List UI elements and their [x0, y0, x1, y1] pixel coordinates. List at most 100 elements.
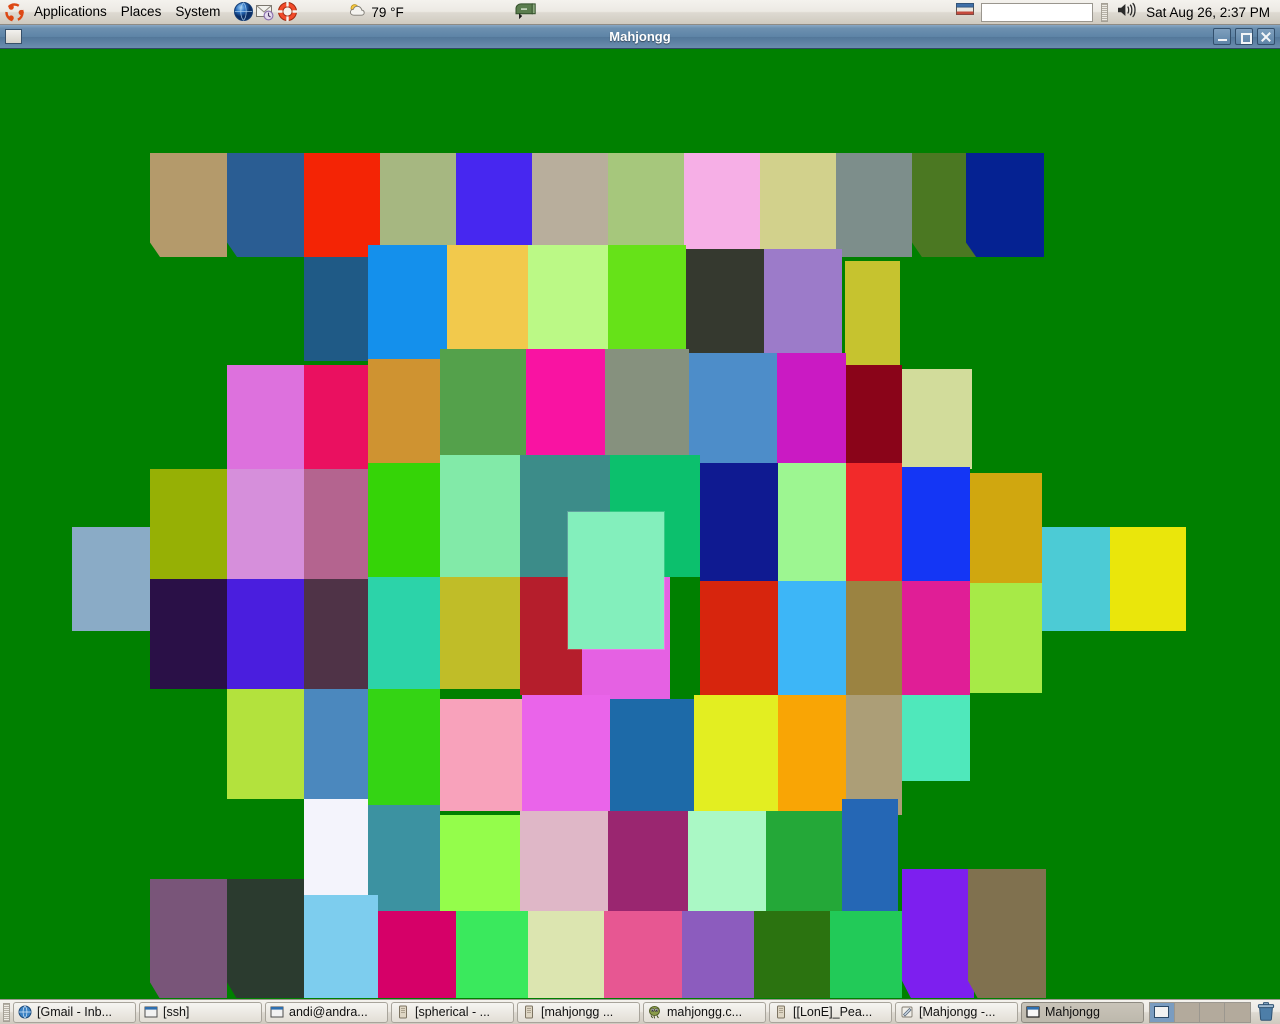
mahjongg-tile[interactable] — [227, 365, 304, 469]
mahjongg-tile[interactable] — [610, 699, 694, 811]
mahjongg-tile[interactable] — [686, 249, 764, 353]
mahjongg-tile[interactable] — [970, 583, 1042, 693]
mahjongg-tile[interactable] — [608, 811, 688, 915]
mahjongg-tile[interactable] — [684, 153, 760, 257]
mahjongg-tile[interactable] — [700, 463, 778, 581]
mahjongg-tile[interactable] — [608, 153, 684, 257]
mahjongg-tile[interactable] — [846, 365, 902, 469]
minimize-icon[interactable] — [1213, 28, 1231, 45]
taskbar-window-button[interactable]: mahjongg.c... — [643, 1001, 766, 1023]
panel-drawer-handle[interactable] — [1101, 2, 1109, 22]
mahjongg-tile[interactable] — [304, 799, 368, 909]
mahjongg-tile[interactable] — [150, 153, 227, 257]
mahjongg-tile[interactable] — [304, 365, 368, 469]
mahjongg-tile[interactable] — [520, 811, 608, 915]
window-selector-input[interactable] — [981, 2, 1094, 22]
workspace-switcher-workspace-3[interactable] — [1200, 1002, 1225, 1022]
mahjongg-tile[interactable] — [150, 469, 227, 579]
mahjongg-tile[interactable] — [1110, 527, 1186, 631]
mahjongg-tile[interactable] — [304, 689, 368, 799]
mahjongg-tile[interactable] — [304, 153, 380, 257]
mahjongg-tile[interactable] — [304, 469, 368, 579]
workspace-switcher-workspace-2[interactable] — [1175, 1002, 1200, 1022]
mahjongg-tile[interactable] — [304, 895, 378, 998]
mahjongg-tile[interactable] — [368, 463, 440, 579]
mahjongg-tile[interactable] — [688, 811, 766, 915]
workspace-switcher-workspace-4[interactable] — [1225, 1002, 1250, 1022]
taskbar-grip-handle[interactable] — [3, 1002, 10, 1022]
mahjongg-tile[interactable] — [842, 799, 898, 915]
clock-applet[interactable]: Sat Aug 26, 2:37 PM — [1142, 5, 1274, 20]
taskbar-window-button[interactable]: [spherical - ... — [391, 1001, 514, 1023]
taskbar-window-button[interactable]: [ssh] — [139, 1001, 262, 1023]
mahjongg-tile[interactable] — [846, 463, 902, 581]
mahjongg-tile[interactable] — [836, 153, 912, 257]
mahjongg-tile[interactable] — [700, 581, 778, 695]
mahjongg-tile[interactable] — [440, 815, 520, 915]
mahjongg-tile[interactable] — [440, 455, 520, 577]
mahjongg-tile[interactable] — [378, 911, 456, 998]
launcher-help[interactable] — [277, 1, 299, 23]
mahjongg-tile[interactable] — [368, 689, 440, 805]
taskbar-window-button[interactable]: [[LonE]_Pea... — [769, 1001, 892, 1023]
mahjongg-tile[interactable] — [778, 463, 846, 581]
taskbar-window-button[interactable]: andi@andra... — [265, 1001, 388, 1023]
mahjongg-tile[interactable] — [764, 249, 842, 353]
mahjongg-tile[interactable] — [689, 353, 777, 463]
close-icon[interactable] — [1257, 28, 1275, 45]
mahjongg-tile[interactable] — [522, 695, 610, 811]
mahjongg-tile[interactable] — [604, 911, 682, 998]
mahjongg-tile[interactable] — [528, 245, 608, 359]
mahjongg-tile[interactable] — [766, 811, 842, 919]
window-list-icon[interactable] — [955, 1, 977, 23]
mahjongg-tile[interactable] — [526, 349, 605, 463]
taskbar-window-button[interactable]: [Mahjongg -... — [895, 1001, 1018, 1023]
ubuntu-logo-icon[interactable] — [5, 2, 24, 22]
mahjongg-tile[interactable] — [227, 153, 304, 257]
mahjongg-tile[interactable] — [368, 359, 440, 469]
launcher-mail-reader[interactable] — [255, 1, 277, 23]
mahjongg-tile[interactable] — [532, 153, 608, 257]
mahjongg-tile[interactable] — [440, 349, 526, 463]
mahjongg-tile[interactable] — [227, 579, 304, 689]
menu-places[interactable]: Places — [114, 1, 169, 23]
speaker-volume-icon[interactable] — [1116, 1, 1138, 23]
mahjongg-tile[interactable] — [227, 469, 304, 579]
mahjongg-tile[interactable] — [528, 911, 604, 998]
mahjongg-tile[interactable] — [72, 527, 150, 631]
mahjongg-tile[interactable] — [760, 153, 836, 257]
mahjongg-tile[interactable] — [456, 153, 532, 257]
mahjongg-tile[interactable] — [568, 512, 664, 649]
mahjongg-tile[interactable] — [694, 695, 778, 815]
mahjongg-tile[interactable] — [846, 581, 902, 695]
mahjongg-tile[interactable] — [902, 467, 970, 581]
mahjongg-tile[interactable] — [845, 261, 900, 371]
mahjongg-tile[interactable] — [440, 577, 520, 689]
mahjongg-tile[interactable] — [368, 805, 440, 915]
window-menu-icon[interactable] — [5, 29, 22, 44]
mahjongg-tile[interactable] — [304, 579, 368, 689]
mahjongg-tile[interactable] — [447, 245, 528, 359]
mahjongg-tile[interactable] — [440, 699, 522, 811]
taskbar-window-button[interactable]: [Gmail - Inb... — [13, 1001, 136, 1023]
mahjongg-tile[interactable] — [227, 689, 304, 799]
mahjongg-tile[interactable] — [778, 581, 846, 695]
mahjongg-tile[interactable] — [902, 369, 972, 469]
mahjongg-tile[interactable] — [846, 695, 902, 815]
mahjongg-tile[interactable] — [902, 695, 970, 781]
mahjongg-tile[interactable] — [380, 153, 456, 257]
mahjongg-tile[interactable] — [227, 879, 304, 998]
mahjongg-tile[interactable] — [778, 695, 846, 815]
mahjongg-tile[interactable] — [777, 353, 846, 463]
mahjongg-tile[interactable] — [368, 245, 447, 359]
mahjongg-tile[interactable] — [456, 911, 528, 998]
mahjongg-tile[interactable] — [754, 911, 830, 998]
mahjongg-tile[interactable] — [608, 245, 686, 359]
weather-applet[interactable]: 79 °F — [349, 3, 404, 21]
mahjongg-tile[interactable] — [830, 911, 902, 998]
taskbar-window-button[interactable]: Mahjongg — [1021, 1001, 1144, 1023]
mahjongg-tile[interactable] — [902, 869, 974, 998]
mailbox-icon[interactable] — [514, 1, 536, 23]
trash-icon[interactable] — [1257, 1001, 1277, 1023]
window-titlebar[interactable]: Mahjongg — [0, 25, 1280, 49]
